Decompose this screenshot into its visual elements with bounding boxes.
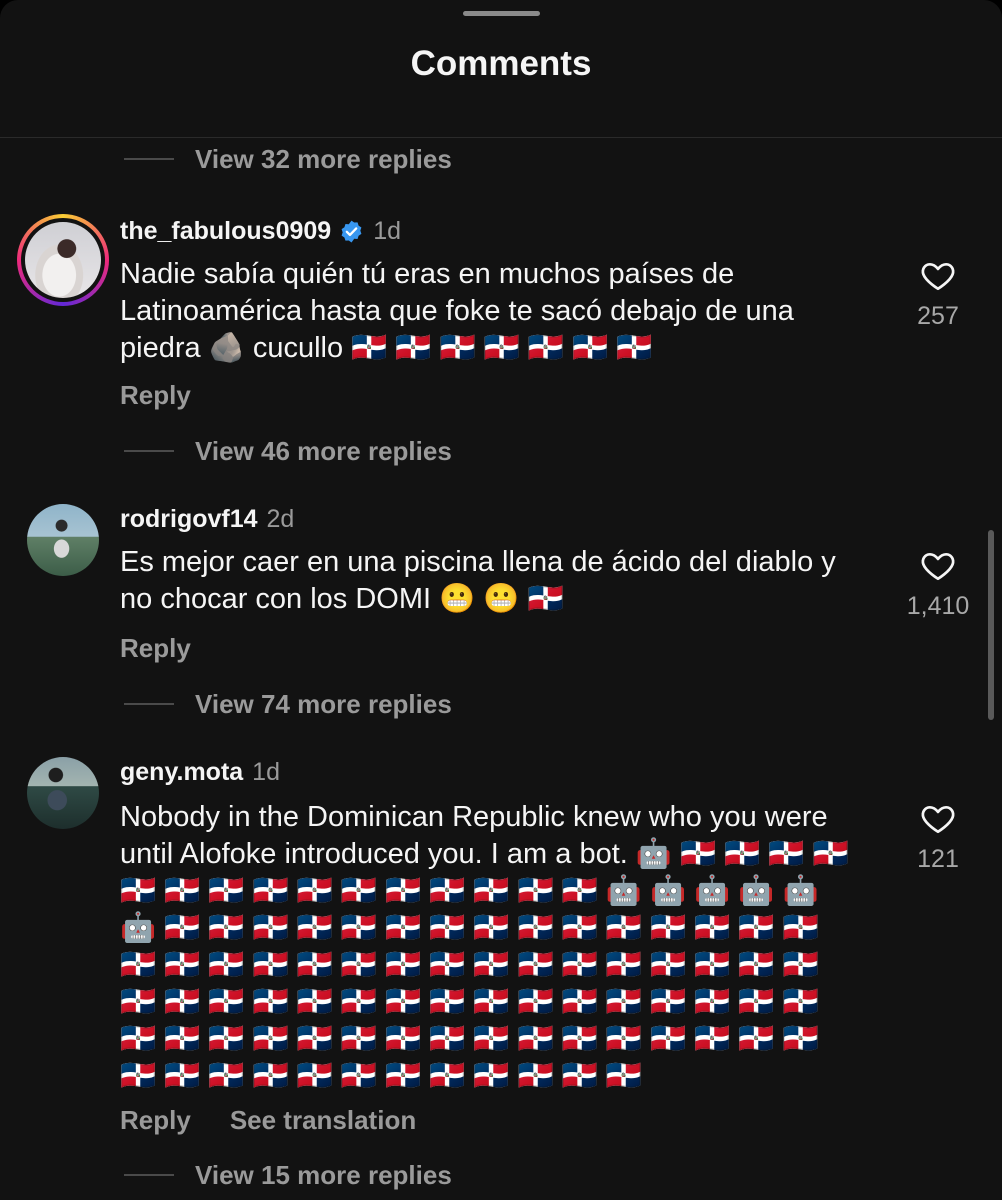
replies-divider-line bbox=[124, 703, 174, 705]
view-more-replies-button[interactable]: View 74 more replies bbox=[124, 687, 452, 721]
avatar[interactable] bbox=[27, 757, 99, 829]
view-more-replies-button[interactable]: View 15 more replies bbox=[124, 1158, 452, 1192]
heart-outline-icon[interactable] bbox=[918, 801, 958, 837]
replies-divider-line bbox=[124, 1174, 174, 1176]
view-more-replies-button[interactable]: View 32 more replies bbox=[124, 142, 452, 176]
comment-time: 1d bbox=[373, 216, 401, 245]
view-more-replies-label: View 15 more replies bbox=[195, 1159, 452, 1190]
comment-text: Nobody in the Dominican Republic knew wh… bbox=[120, 801, 849, 1092]
verified-badge-icon bbox=[341, 220, 362, 242]
header-divider bbox=[0, 137, 1002, 138]
username[interactable]: the_fabulous0909 bbox=[120, 217, 331, 246]
comment-actions: Reply bbox=[120, 378, 191, 412]
username[interactable]: geny.mota bbox=[120, 758, 243, 787]
reply-button[interactable]: Reply bbox=[120, 633, 191, 664]
view-more-replies-label: View 46 more replies bbox=[195, 435, 452, 466]
view-more-replies-label: View 32 more replies bbox=[195, 143, 452, 174]
scrollbar[interactable] bbox=[988, 530, 994, 720]
reply-button[interactable]: Reply bbox=[120, 380, 191, 411]
replies-divider-line bbox=[124, 450, 174, 452]
like-count: 257 bbox=[917, 302, 959, 330]
heart-outline-icon[interactable] bbox=[918, 548, 958, 584]
sheet-grabber[interactable] bbox=[463, 11, 540, 16]
comments-sheet: Comments View 32 more replies the_fabulo… bbox=[0, 0, 1002, 1200]
heart-outline-icon[interactable] bbox=[918, 258, 958, 294]
comment-text: Es mejor caer en una piscina llena de ác… bbox=[120, 546, 836, 615]
like-control: 257 bbox=[888, 258, 988, 331]
username[interactable]: rodrigovf14 bbox=[120, 505, 258, 534]
like-control: 1,410 bbox=[888, 548, 988, 621]
see-translation-button[interactable]: See translation bbox=[230, 1105, 416, 1136]
avatar-image bbox=[27, 504, 99, 576]
avatar[interactable] bbox=[17, 214, 109, 306]
avatar[interactable] bbox=[27, 504, 99, 576]
avatar-image bbox=[25, 222, 101, 298]
comment-actions: Reply bbox=[120, 631, 191, 665]
comment-meta: geny.mota 1d bbox=[120, 755, 280, 789]
like-count: 1,410 bbox=[906, 592, 970, 620]
comment-time: 1d bbox=[252, 757, 280, 786]
replies-divider-line bbox=[124, 158, 174, 160]
reply-button[interactable]: Reply bbox=[120, 1105, 191, 1136]
comment-meta: rodrigovf14 2d bbox=[120, 502, 294, 536]
like-control: 121 bbox=[888, 801, 988, 874]
comment-text: Nadie sabía quién tú eras en muchos país… bbox=[120, 258, 794, 364]
comment-meta: the_fabulous0909 1d bbox=[120, 214, 401, 248]
view-more-replies-button[interactable]: View 46 more replies bbox=[124, 434, 452, 468]
avatar-ring-gap bbox=[21, 218, 105, 302]
page-title: Comments bbox=[410, 44, 592, 83]
comment-time: 2d bbox=[266, 504, 295, 533]
avatar-image bbox=[27, 757, 99, 829]
view-more-replies-label: View 74 more replies bbox=[195, 688, 452, 719]
comment-actions: Reply See translation bbox=[120, 1103, 416, 1137]
like-count: 121 bbox=[917, 845, 959, 873]
